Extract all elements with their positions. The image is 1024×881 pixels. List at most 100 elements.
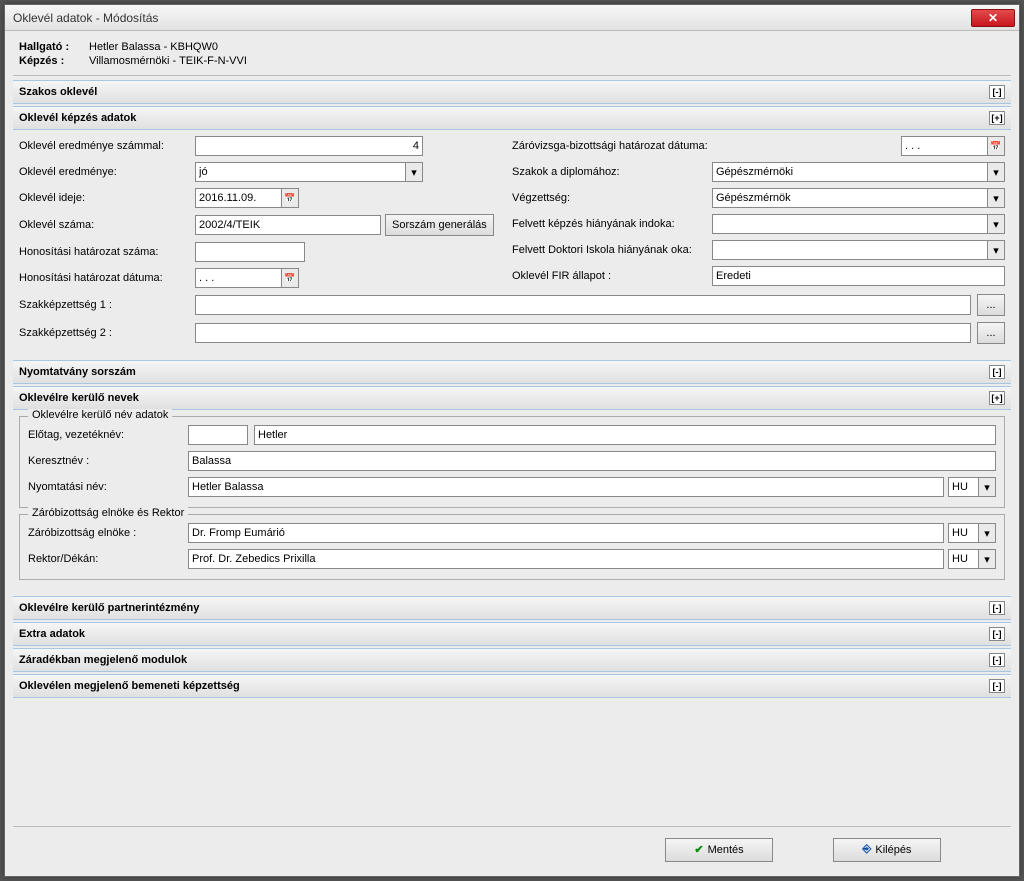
section-kepzes-toggle[interactable]: [+] — [989, 111, 1005, 125]
elnok-lang-input[interactable] — [948, 523, 978, 543]
section-partner-toggle[interactable]: [-] — [989, 601, 1005, 615]
chevron-down-icon[interactable]: ▾ — [978, 477, 996, 497]
rektor-lang-combo[interactable]: ▾ — [948, 549, 996, 569]
hon-szama-input[interactable] — [195, 242, 305, 262]
vegzettseg-input[interactable] — [712, 188, 987, 208]
kilepes-label: Kilépés — [875, 844, 911, 856]
section-extra-header[interactable]: Extra adatok [-] — [13, 622, 1011, 646]
felvett-doktori-label: Felvett Doktori Iskola hiányának oka: — [512, 244, 712, 256]
eredm-input[interactable] — [195, 162, 405, 182]
section-zaradek-header[interactable]: Záradékban megjelenő modulok [-] — [13, 648, 1011, 672]
szakkep2-browse-button[interactable]: ... — [977, 322, 1005, 344]
section-kepzes-header[interactable]: Oklevél képzés adatok [+] — [13, 106, 1011, 130]
button-bar: ✔ Mentés ⎆ Kilépés — [13, 826, 1011, 872]
chevron-down-icon[interactable]: ▾ — [987, 162, 1005, 182]
hallgato-label: Hallgató : — [19, 41, 89, 53]
section-nevek-toggle[interactable]: [+] — [989, 391, 1005, 405]
chevron-down-icon[interactable]: ▾ — [978, 523, 996, 543]
zv-datum-date[interactable]: 📅 — [901, 136, 1005, 156]
eredm-szammal-input[interactable] — [195, 136, 423, 156]
rektor-lang-input[interactable] — [948, 549, 978, 569]
hallgato-value: Hetler Balassa - KBHQW0 — [89, 41, 218, 53]
sorszam-generalas-button[interactable]: Sorszám generálás — [385, 214, 494, 236]
hon-datum-date[interactable]: 📅 — [195, 268, 299, 288]
content-area: Hallgató : Hetler Balassa - KBHQW0 Képzé… — [5, 31, 1019, 876]
section-nevek-title: Oklevélre kerülő nevek — [19, 392, 139, 404]
chevron-down-icon[interactable]: ▾ — [987, 188, 1005, 208]
section-szakos-toggle[interactable]: [-] — [989, 85, 1005, 99]
chevron-down-icon[interactable]: ▾ — [978, 549, 996, 569]
chevron-down-icon[interactable]: ▾ — [987, 240, 1005, 260]
kilepes-button[interactable]: ⎆ Kilépés — [833, 838, 941, 862]
keresztnev-label: Keresztnév : — [28, 455, 188, 467]
szakkep1-browse-button[interactable]: ... — [977, 294, 1005, 316]
nyomtatasi-label: Nyomtatási név: — [28, 481, 188, 493]
section-extra-toggle[interactable]: [-] — [989, 627, 1005, 641]
szama-label: Oklevél száma: — [19, 219, 195, 231]
window-title: Oklevél adatok - Módosítás — [13, 11, 971, 25]
zv-datum-input[interactable] — [901, 136, 987, 156]
mentes-button[interactable]: ✔ Mentés — [665, 838, 773, 862]
exit-icon: ⎆ — [863, 843, 872, 856]
section-partner-title: Oklevélre kerülő partnerintézmény — [19, 602, 199, 614]
szakkep1-input[interactable] — [195, 295, 971, 315]
hon-szama-label: Honosítási határozat száma: — [19, 246, 195, 258]
ideje-input[interactable] — [195, 188, 281, 208]
chevron-down-icon[interactable]: ▾ — [405, 162, 423, 182]
section-zaradek-toggle[interactable]: [-] — [989, 653, 1005, 667]
elotag-input[interactable] — [188, 425, 248, 445]
felvett-kepzes-label: Felvett képzés hiányának indoka: — [512, 218, 712, 230]
section-kepzes-body: Oklevél eredménye számmal: Oklevél eredm… — [13, 130, 1011, 358]
fieldset-elnok-legend: Záróbizottság elnöke és Rektor — [28, 507, 188, 519]
kepzes-label: Képzés : — [19, 55, 89, 67]
elnok-label: Záróbizottság elnöke : — [28, 527, 188, 539]
vezeteknev-input[interactable] — [254, 425, 996, 445]
felvett-doktori-combo[interactable]: ▾ — [712, 240, 1005, 260]
section-nyomt-header[interactable]: Nyomtatvány sorszám [-] — [13, 360, 1011, 384]
felvett-kepzes-combo[interactable]: ▾ — [712, 214, 1005, 234]
empty-space — [13, 698, 1011, 818]
section-nyomt-title: Nyomtatvány sorszám — [19, 366, 136, 378]
nyomtatasi-lang-input[interactable] — [948, 477, 978, 497]
vegzettseg-label: Végzettség: — [512, 192, 712, 204]
felvett-doktori-input[interactable] — [712, 240, 987, 260]
section-zaradek-title: Záradékban megjelenő modulok — [19, 654, 187, 666]
close-icon: ✕ — [988, 11, 998, 25]
section-partner-header[interactable]: Oklevélre kerülő partnerintézmény [-] — [13, 596, 1011, 620]
section-nevek-body: Oklevélre kerülő név adatok Előtag, veze… — [13, 410, 1011, 594]
elotag-label: Előtag, vezetéknév: — [28, 429, 188, 441]
calendar-icon[interactable]: 📅 — [281, 188, 299, 208]
szakok-input[interactable] — [712, 162, 987, 182]
szakkep2-label: Szakképzettség 2 : — [19, 327, 195, 339]
ideje-date[interactable]: 📅 — [195, 188, 299, 208]
hon-datum-input[interactable] — [195, 268, 281, 288]
section-bemeneti-header[interactable]: Oklevélen megjelenő bemeneti képzettség … — [13, 674, 1011, 698]
kepzes-value: Villamosmérnöki - TEIK-F-N-VVI — [89, 55, 247, 67]
section-bemeneti-toggle[interactable]: [-] — [989, 679, 1005, 693]
nyomtatasi-input[interactable] — [188, 477, 944, 497]
fir-label: Oklevél FIR állapot : — [512, 270, 712, 282]
close-button[interactable]: ✕ — [971, 9, 1015, 27]
keresztnev-input[interactable] — [188, 451, 996, 471]
szakkep1-label: Szakképzettség 1 : — [19, 299, 195, 311]
rektor-input[interactable] — [188, 549, 944, 569]
elnok-lang-combo[interactable]: ▾ — [948, 523, 996, 543]
chevron-down-icon[interactable]: ▾ — [987, 214, 1005, 234]
section-szakos-header[interactable]: Szakos oklevél [-] — [13, 80, 1011, 104]
szakok-combo[interactable]: ▾ — [712, 162, 1005, 182]
eredm-szammal-label: Oklevél eredménye számmal: — [19, 140, 195, 152]
calendar-icon[interactable]: 📅 — [987, 136, 1005, 156]
section-bemeneti-title: Oklevélen megjelenő bemeneti képzettség — [19, 680, 240, 692]
szakkep2-input[interactable] — [195, 323, 971, 343]
elnok-input[interactable] — [188, 523, 944, 543]
fieldset-nev-adatok: Oklevélre kerülő név adatok Előtag, veze… — [19, 416, 1005, 508]
fir-input[interactable] — [712, 266, 1005, 286]
section-nevek-header[interactable]: Oklevélre kerülő nevek [+] — [13, 386, 1011, 410]
eredm-combo[interactable]: ▾ — [195, 162, 423, 182]
vegzettseg-combo[interactable]: ▾ — [712, 188, 1005, 208]
felvett-kepzes-input[interactable] — [712, 214, 987, 234]
nyomtatasi-lang-combo[interactable]: ▾ — [948, 477, 996, 497]
szama-input[interactable] — [195, 215, 381, 235]
calendar-icon[interactable]: 📅 — [281, 268, 299, 288]
section-nyomt-toggle[interactable]: [-] — [989, 365, 1005, 379]
